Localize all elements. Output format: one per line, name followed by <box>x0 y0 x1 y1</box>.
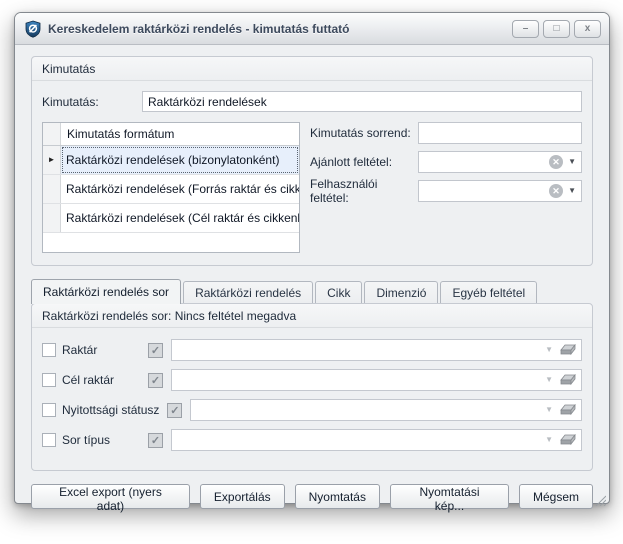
grid-cell: Raktárközi rendelések (Forrás raktár és … <box>61 175 299 203</box>
minimize-button[interactable]: – <box>512 20 539 38</box>
sor-tipus-combobox[interactable]: ▼ <box>171 429 582 451</box>
tab-egyeb-feltetel[interactable]: Egyéb feltétel <box>440 281 537 303</box>
chevron-down-icon[interactable]: ▼ <box>545 346 553 354</box>
close-button[interactable]: x <box>574 20 601 38</box>
report-name-input[interactable] <box>142 91 582 112</box>
excel-export-button[interactable]: Excel export (nyers adat) <box>31 484 190 509</box>
grid-indicator-header <box>43 123 61 145</box>
filter-groupbox-title: Raktárközi rendelés sor: Nincs feltétel … <box>32 304 592 328</box>
eraser-icon[interactable] <box>559 404 577 417</box>
export-button[interactable]: Exportálás <box>200 484 285 509</box>
user-filter-label: Felhasználói feltétel: <box>310 177 418 205</box>
cancel-button[interactable]: Mégsem <box>519 484 593 509</box>
report-groupbox: Kimutatás Kimutatás: Kimutatás formátum <box>31 56 593 266</box>
window-title: Kereskedelem raktárközi rendelés - kimut… <box>48 22 512 36</box>
sor-tipus-checkbox[interactable] <box>42 433 56 447</box>
tab-strip: Raktárközi rendelés sor Raktárközi rende… <box>31 279 593 303</box>
grid-row[interactable]: Raktárközi rendelések (Forrás raktár és … <box>43 175 299 204</box>
sor-tipus-locked-checkbox-icon: ✓ <box>148 433 163 448</box>
nyitottsagi-statusz-checkbox[interactable] <box>42 403 56 417</box>
filter-row-nyitottsagi-statusz: Nyitottsági státusz ✓ ▼ <box>42 399 582 421</box>
eraser-icon[interactable] <box>559 344 577 357</box>
tab-raktarkozi-rendeles-sor[interactable]: Raktárközi rendelés sor <box>31 279 181 304</box>
dialog-window: Kereskedelem raktárközi rendelés - kimut… <box>14 12 610 504</box>
tab-raktarkozi-rendeles[interactable]: Raktárközi rendelés <box>183 281 313 303</box>
nyitottsagi-statusz-combobox[interactable]: ▼ <box>190 399 582 421</box>
chevron-down-icon[interactable]: ▼ <box>545 436 553 444</box>
raktar-locked-checkbox-icon: ✓ <box>148 343 163 358</box>
cel-raktar-label: Cél raktár <box>62 373 148 387</box>
clear-icon[interactable]: ✕ <box>549 155 563 169</box>
cel-raktar-locked-checkbox-icon: ✓ <box>148 373 163 388</box>
chevron-down-icon[interactable]: ▼ <box>568 158 576 166</box>
cel-raktar-checkbox[interactable] <box>42 373 56 387</box>
sort-order-input[interactable] <box>418 122 582 144</box>
sort-order-label: Kimutatás sorrend: <box>310 126 418 140</box>
chevron-down-icon[interactable]: ▼ <box>545 376 553 384</box>
eraser-icon[interactable] <box>559 434 577 447</box>
tab-cikk[interactable]: Cikk <box>315 281 362 303</box>
tab-dimenzio[interactable]: Dimenzió <box>364 281 438 303</box>
report-name-label: Kimutatás: <box>42 95 142 109</box>
user-filter-combobox[interactable]: ✕ ▼ <box>418 180 582 202</box>
chevron-down-icon[interactable]: ▼ <box>545 406 553 414</box>
grid-cell: Raktárközi rendelések (Cél raktár és cik… <box>61 204 299 232</box>
nyitottsagi-statusz-locked-checkbox-icon: ✓ <box>167 403 182 418</box>
raktar-label: Raktár <box>62 343 148 357</box>
title-bar[interactable]: Kereskedelem raktárközi rendelés - kimut… <box>15 13 609 45</box>
maximize-button[interactable]: □ <box>543 20 570 38</box>
chevron-down-icon[interactable]: ▼ <box>568 187 576 195</box>
grid-header-row: Kimutatás formátum <box>43 123 299 146</box>
grid-row[interactable]: Raktárközi rendelések (Cél raktár és cik… <box>43 204 299 233</box>
eraser-icon[interactable] <box>559 374 577 387</box>
raktar-checkbox[interactable] <box>42 343 56 357</box>
report-format-grid: Kimutatás formátum ► Raktárközi rendelés… <box>42 122 300 253</box>
filter-row-cel-raktar: Cél raktár ✓ ▼ <box>42 369 582 391</box>
app-logo-icon <box>24 20 42 38</box>
filter-groupbox: Raktárközi rendelés sor: Nincs feltétel … <box>31 303 593 471</box>
print-preview-button[interactable]: Nyomtatási kép... <box>390 484 509 509</box>
current-row-marker-icon: ► <box>48 156 56 164</box>
filter-row-raktar: Raktár ✓ ▼ <box>42 339 582 361</box>
suggested-filter-combobox[interactable]: ✕ ▼ <box>418 151 582 173</box>
clear-icon[interactable]: ✕ <box>549 184 563 198</box>
nyitottsagi-statusz-label: Nyitottsági státusz <box>62 403 167 417</box>
grid-column-header: Kimutatás formátum <box>61 123 180 145</box>
report-groupbox-title: Kimutatás <box>32 57 592 81</box>
raktar-combobox[interactable]: ▼ <box>171 339 582 361</box>
grid-empty-area <box>43 233 299 252</box>
grid-cell: Raktárközi rendelések (bizonylatonként) <box>61 146 299 174</box>
print-button[interactable]: Nyomtatás <box>295 484 380 509</box>
suggested-filter-label: Ajánlott feltétel: <box>310 155 418 169</box>
grid-row-selected[interactable]: ► Raktárközi rendelések (bizonylatonként… <box>43 146 299 175</box>
resize-grip[interactable] <box>593 493 606 506</box>
cel-raktar-combobox[interactable]: ▼ <box>171 369 582 391</box>
desktop-background: Kereskedelem raktárközi rendelés - kimut… <box>0 0 623 544</box>
sor-tipus-label: Sor típus <box>62 433 148 447</box>
dialog-button-row: Excel export (nyers adat) Exportálás Nyo… <box>31 484 593 509</box>
filter-row-sor-tipus: Sor típus ✓ ▼ <box>42 429 582 451</box>
